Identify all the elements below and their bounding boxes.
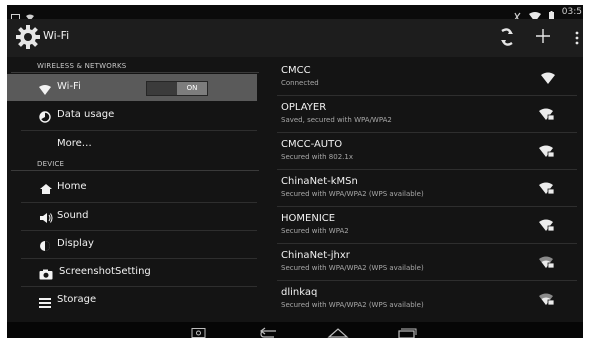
network-row[interactable]: CMCC-AUTO Secured with 802.1x	[277, 133, 577, 169]
network-status: Connected	[281, 79, 319, 87]
wifi-lock-icon	[539, 143, 555, 162]
sidebar-item-label: Sound	[57, 210, 89, 221]
toggle-on-label: ON	[177, 82, 207, 95]
network-status: Secured with WPA/WPA2 (WPS available)	[281, 190, 424, 198]
settings-categories: WIRELESS & NETWORKS Wi-Fi ON Data usage	[7, 57, 263, 322]
network-status: Saved, secured with WPA/WPA2	[281, 116, 392, 124]
sidebar-item-screenshot-setting[interactable]: ScreenshotSetting	[7, 259, 257, 286]
wifi-lock-icon	[539, 180, 555, 199]
sidebar-item-display[interactable]: Display	[7, 231, 257, 258]
network-ssid: CMCC-AUTO	[281, 139, 343, 150]
network-row[interactable]: ChinaNet-jhxr Secured with WPA/WPA2 (WPS…	[277, 244, 577, 280]
section-header-label: WIRELESS & NETWORKS	[37, 62, 127, 70]
network-ssid: HOMENICE	[281, 213, 336, 224]
sidebar-item-label: Home	[57, 181, 87, 192]
wifi-toggle[interactable]: ON	[146, 81, 208, 96]
status-bar: 03:5	[7, 5, 583, 22]
section-divider	[11, 170, 259, 171]
navigation-bar	[7, 322, 583, 338]
network-row[interactable]: OPLAYER Saved, secured with WPA/WPA2	[277, 96, 577, 132]
wifi-network-list: CMCC Connected OPLAYER Saved, secured wi…	[263, 57, 583, 322]
wifi-lock-icon	[539, 217, 555, 236]
screenshot-button[interactable]	[191, 324, 207, 338]
network-row[interactable]: ChinaNet-kMSn Secured with WPA/WPA2 (WPS…	[277, 170, 577, 206]
sidebar-item-label: Wi-Fi	[57, 81, 81, 92]
network-ssid: dlinkaq	[281, 287, 318, 298]
sidebar-item-label: ScreenshotSetting	[59, 266, 151, 277]
sidebar-item-label: Display	[57, 238, 94, 249]
sidebar-item-data-usage[interactable]: Data usage	[7, 102, 257, 129]
sidebar-item-label: Data usage	[57, 109, 115, 120]
wifi-lock-icon	[539, 106, 555, 125]
section-header-label: DEVICE	[37, 160, 65, 168]
clock: 03:5	[561, 7, 582, 17]
network-status: Secured with WPA2	[281, 227, 349, 235]
sidebar-item-more[interactable]: More…	[7, 131, 257, 158]
android-screen: 03:5 Wi-Fi WIRELESS & NETWORKS Wi-Fi ON …	[7, 5, 583, 338]
network-ssid: OPLAYER	[281, 102, 327, 113]
add-network-button[interactable]	[535, 28, 551, 48]
network-row[interactable]: HOMENICE Secured with WPA2	[277, 207, 577, 243]
home-icon	[39, 180, 53, 199]
network-status: Secured with WPA/WPA2 (WPS available)	[281, 264, 424, 272]
sidebar-item-wifi[interactable]: Wi-Fi ON	[7, 74, 257, 101]
wifi-lock-icon	[539, 254, 555, 273]
section-header-device: DEVICE	[7, 157, 267, 171]
network-row[interactable]: dlinkaq Secured with WPA/WPA2 (WPS avail…	[277, 281, 577, 317]
back-button[interactable]	[259, 324, 279, 338]
sidebar-item-sound[interactable]: Sound	[7, 203, 257, 230]
settings-gear-icon[interactable]	[16, 25, 40, 53]
network-status: Secured with 802.1x	[281, 153, 353, 161]
sidebar-item-home[interactable]: Home	[7, 174, 257, 201]
network-status: Secured with WPA/WPA2 (WPS available)	[281, 301, 424, 309]
network-row[interactable]: CMCC Connected	[277, 59, 577, 95]
section-header-wireless: WIRELESS & NETWORKS	[7, 59, 267, 73]
section-divider	[11, 72, 259, 73]
storage-icon	[39, 293, 51, 312]
action-bar: Wi-Fi	[7, 19, 583, 57]
recent-apps-button[interactable]	[397, 324, 417, 338]
brightness-icon	[39, 237, 51, 256]
wps-push-button[interactable]	[499, 28, 515, 50]
network-ssid: ChinaNet-jhxr	[281, 250, 350, 261]
settings-content: WIRELESS & NETWORKS Wi-Fi ON Data usage	[7, 57, 583, 322]
overflow-menu-button[interactable]	[575, 30, 579, 49]
wifi-icon	[39, 80, 51, 99]
data-usage-icon	[39, 108, 51, 127]
wifi-full-icon	[541, 69, 555, 88]
sidebar-item-label: Storage	[57, 294, 97, 305]
camera-icon	[39, 265, 53, 284]
network-ssid: CMCC	[281, 65, 311, 76]
network-ssid: ChinaNet-kMSn	[281, 176, 358, 187]
sidebar-item-label: More…	[57, 138, 92, 149]
home-button[interactable]	[327, 324, 349, 338]
speaker-icon	[39, 209, 53, 228]
page-title: Wi-Fi	[43, 29, 70, 42]
wifi-lock-icon	[539, 291, 555, 310]
sidebar-item-storage[interactable]: Storage	[7, 287, 257, 314]
